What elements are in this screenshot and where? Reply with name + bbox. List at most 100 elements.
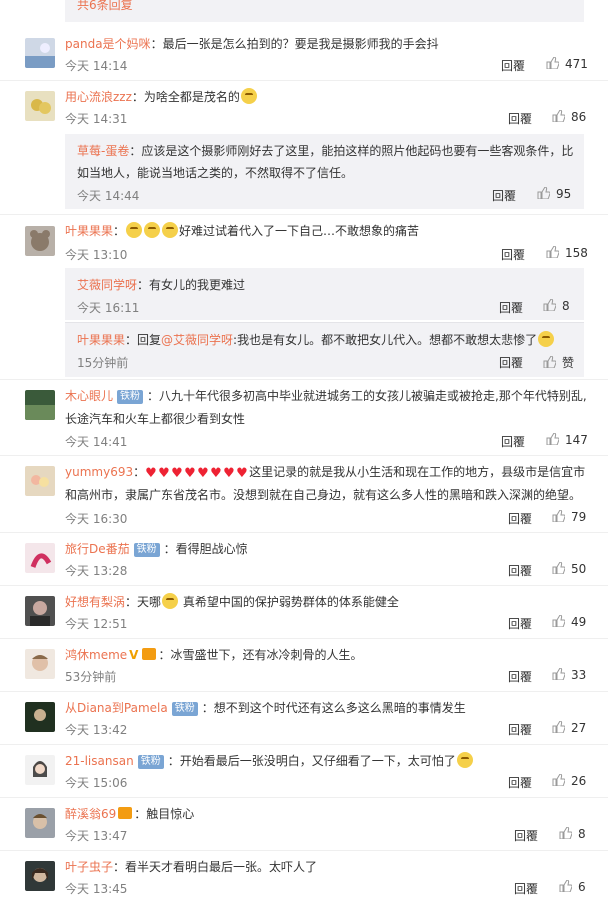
like-button[interactable]: 赞 [543,354,574,371]
comment-text: ：最后一张是怎么拍到的？要是我是摄影师我的手会抖 [150,37,439,51]
avatar[interactable] [25,543,55,573]
like-button[interactable]: 33 [552,668,586,682]
reply-button[interactable]: 回覆 [492,187,516,204]
like-button[interactable]: 471 [546,57,588,71]
avatar[interactable] [25,861,55,891]
thumb-up-icon [552,510,565,522]
comment-text: ：为啥全都是茂名的 [131,90,240,104]
broken-heart-icon: ♥ [197,466,209,481]
comment-author[interactable]: 21-lisansan [65,754,134,768]
comment-author[interactable]: 木心眼儿 [65,389,113,403]
reply-text: :我也是有女儿。都不敢把女儿代入。想都不敢想太悲惨了 [233,333,538,347]
like-button[interactable]: 8 [559,827,586,841]
comment-author[interactable]: yummy693 [65,465,133,479]
sub-reply: 艾薇同学呀：有女儿的我更难过 今天 16:11 回覆 8 [65,268,584,320]
comment-time: 今天 14:31 [65,112,128,126]
avatar[interactable] [25,91,55,121]
thumb-up-icon [552,668,565,680]
reply-author[interactable]: 叶果果果 [77,333,125,347]
avatar[interactable] [25,702,55,732]
divider [0,585,608,586]
comment-text: ：开始看最后一张没明白，又仔细看了一下，太可怕了 [167,754,456,768]
reply-text: ：有女儿的我更难过 [137,278,246,292]
like-button[interactable]: 147 [546,433,588,447]
comment-author[interactable]: 醉溪翁69 [65,807,116,821]
comment-item: yummy693：♥♥♥♥♥♥♥♥这里记录的就是我从小生活和现在工作的地方，县级… [0,458,608,530]
comment-text: 好难过试着代入了一下自己…不敢想象的痛苦 [179,224,420,238]
reply-button[interactable]: 回覆 [508,110,532,127]
like-button[interactable]: 158 [546,246,588,260]
comment-time: 今天 13:28 [65,564,128,578]
reply-button[interactable]: 回覆 [508,721,532,738]
like-count: 50 [571,562,587,576]
broken-heart-icon: ♥ [158,466,170,481]
comment-author[interactable]: 叶果果果 [65,224,113,238]
divider [0,80,608,81]
thumb-up-icon [552,615,565,627]
reply-button[interactable]: 回覆 [508,510,532,527]
divider [0,532,608,533]
reply-button[interactable]: 回覆 [508,668,532,685]
like-button[interactable]: 79 [552,510,586,524]
broken-heart-icon: ♥ [171,466,183,481]
avatar[interactable] [25,649,55,679]
like-button[interactable]: 50 [552,562,586,576]
like-button[interactable]: 27 [552,721,586,735]
divider [0,797,608,798]
reply-button[interactable]: 回覆 [508,615,532,632]
comment-author[interactable]: 好想有梨涡 [65,595,125,609]
reply-author[interactable]: 草莓-蛋卷 [77,144,129,158]
reply-button[interactable]: 回覆 [501,433,525,450]
reply-text: 如当地人，能说当地话之类的，不然取得不了信任。 [77,166,354,180]
reply-button[interactable]: 回覆 [501,57,525,74]
crying-emoji-icon [144,222,161,238]
comment-item: 叶子虫子：看半天才看明白最后一张。太吓人了 今天 13:45 回覆 6 [0,853,608,901]
reply-button[interactable]: 回覆 [508,562,532,579]
crying-emoji-icon [538,331,555,347]
comment-author[interactable]: 从Diana到Pamela [65,701,168,715]
more-replies-link[interactable]: 共6条回复 [77,0,133,13]
comment-text: 这里记录的就是我从小生活和现在工作的地方，县级市是信宜市 [249,465,586,479]
reply-button[interactable]: 回覆 [499,299,523,316]
comment-text: ：冰雪盛世下，还有冰冷刺骨的人生。 [158,648,363,662]
avatar[interactable] [25,226,55,256]
comment-time: 今天 13:10 [65,248,128,262]
comment-author[interactable]: 鸿休meme [65,648,127,662]
avatar[interactable] [25,38,55,68]
avatar[interactable] [25,390,55,420]
comment-author[interactable]: panda是个妈咪 [65,37,151,51]
broken-heart-icon: ♥ [236,466,248,481]
comment-item: 好想有梨涡：天哪 真希望中国的保护弱势群体的体系能健全 今天 12:51 回覆 … [0,588,608,636]
like-button[interactable]: 6 [559,880,586,894]
comment-author[interactable]: 用心流浪zzz [65,90,132,104]
comment-text: 真希望中国的保护弱势群体的体系能健全 [182,595,399,609]
comment-item: 用心流浪zzz：为啥全都是茂名的 今天 14:31 回覆 86 [0,83,608,128]
avatar[interactable] [25,755,55,785]
reply-button[interactable]: 回覆 [514,827,538,844]
comment-author[interactable]: 旅行De番茄 [65,542,130,556]
comment-item: panda是个妈咪：最后一张是怎么拍到的？要是我是摄影师我的手会抖 今天 14:… [0,30,608,80]
avatar[interactable] [25,596,55,626]
comment-time: 今天 14:41 [65,435,128,449]
reply-button[interactable]: 回覆 [508,774,532,791]
like-button[interactable]: 49 [552,615,586,629]
like-count: 33 [571,668,587,682]
like-button[interactable]: 8 [543,299,570,313]
reply-author[interactable]: 艾薇同学呀 [77,278,137,292]
comment-text: ：触目惊心 [134,807,195,821]
avatar[interactable] [25,808,55,838]
like-count: 8 [562,299,570,313]
comment-author[interactable]: 叶子虫子 [65,860,113,874]
divider [0,691,608,692]
like-button[interactable]: 86 [552,110,586,124]
like-count: 49 [571,615,587,629]
reply-button[interactable]: 回覆 [499,354,523,371]
like-button[interactable]: 26 [552,774,586,788]
like-button[interactable]: 95 [537,187,571,201]
fan-badge: 铁粉 [117,390,144,404]
reply-button[interactable]: 回覆 [514,880,538,897]
mention-link[interactable]: @艾薇同学呀 [161,333,233,347]
like-count: 27 [571,721,587,735]
reply-button[interactable]: 回覆 [501,246,525,263]
avatar[interactable] [25,466,55,496]
